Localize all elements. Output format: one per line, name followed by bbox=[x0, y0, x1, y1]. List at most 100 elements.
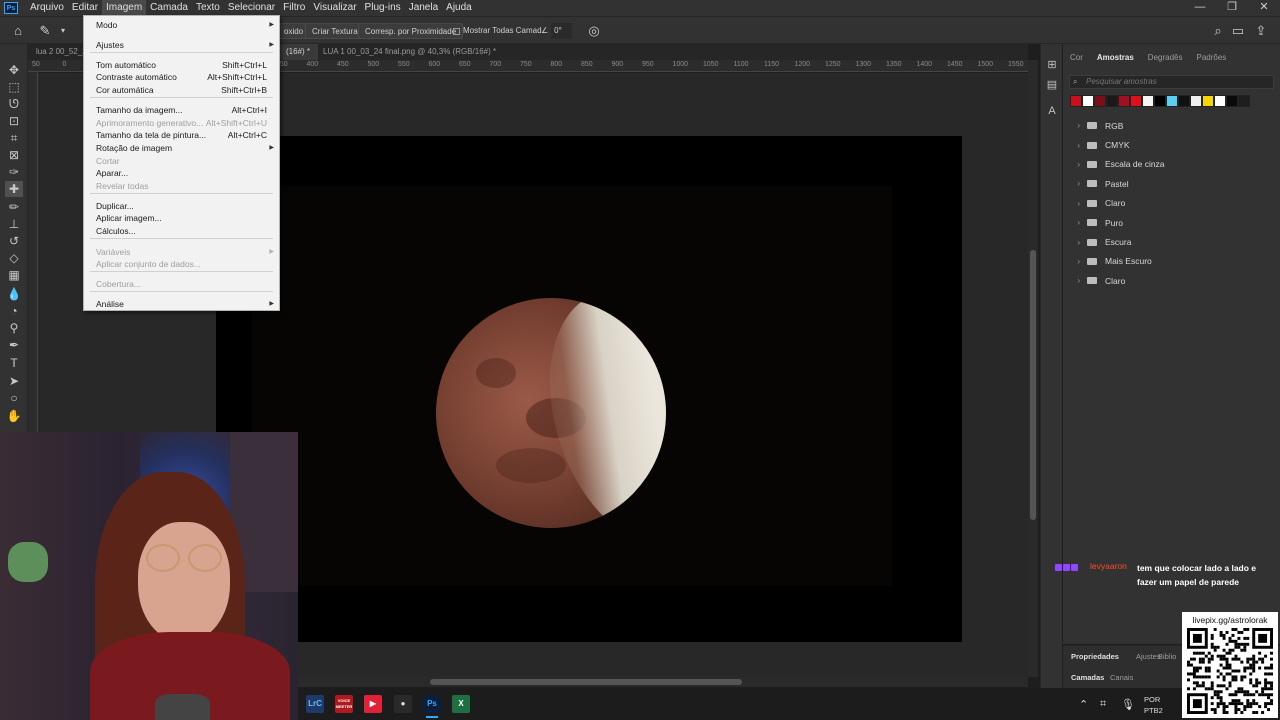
menu-item-aplicar-imagem[interactable]: Aplicar imagem... bbox=[84, 212, 279, 224]
voicemeeter-app-icon[interactable]: VOICE MEETER bbox=[335, 695, 353, 713]
chevron-right-icon[interactable]: › bbox=[1068, 199, 1080, 208]
menu-editar[interactable]: Editar bbox=[68, 0, 102, 16]
tab-padroes[interactable]: Padrões bbox=[1189, 50, 1233, 66]
color-swatch[interactable] bbox=[1106, 95, 1118, 107]
chevron-right-icon[interactable]: › bbox=[1068, 257, 1080, 266]
color-swatch[interactable] bbox=[1190, 95, 1202, 107]
workspace-icon[interactable]: ▭ bbox=[1229, 22, 1247, 40]
tab-bibliotecas[interactable]: Biblio bbox=[1158, 652, 1176, 661]
swatch-folder[interactable]: › RGB bbox=[1063, 116, 1273, 135]
tab-lua-1[interactable]: LUA 1 00_03_24 final.png @ 40,3% (RGB/16… bbox=[315, 44, 504, 60]
swatch-folder[interactable]: › CMYK bbox=[1063, 135, 1273, 154]
horizontal-scrollbar[interactable] bbox=[298, 677, 1028, 687]
chevron-down-icon[interactable]: ▾ bbox=[54, 22, 72, 40]
menu-item-ajustes[interactable]: Ajustes ▶ bbox=[84, 39, 279, 51]
color-swatch[interactable] bbox=[1082, 95, 1094, 107]
lrc-app-icon[interactable]: LrC bbox=[306, 695, 324, 713]
color-swatch[interactable] bbox=[1130, 95, 1142, 107]
tray-chevron-icon[interactable]: ⌃ bbox=[1079, 698, 1088, 711]
chevron-right-icon[interactable]: › bbox=[1068, 276, 1080, 285]
menu-item-calculos[interactable]: Cálculos... bbox=[84, 225, 279, 237]
path-select-tool-icon[interactable]: ➤ bbox=[5, 373, 23, 389]
home-icon[interactable]: ⌂ bbox=[9, 22, 27, 40]
swatch-folder[interactable]: › Escura bbox=[1063, 232, 1273, 251]
vertical-scrollbar[interactable] bbox=[1028, 60, 1038, 677]
criar-textura-button[interactable]: Criar Textura bbox=[305, 23, 365, 39]
excel-app-icon[interactable]: X bbox=[452, 695, 470, 713]
gradient-tool-icon[interactable]: ▦ bbox=[5, 267, 23, 283]
keyboard-layout[interactable]: PTB2 bbox=[1144, 706, 1163, 715]
menu-item-tamanho-tela[interactable]: Tamanho da tela de pintura... Alt+Ctrl+C bbox=[84, 129, 279, 141]
menu-item-analise[interactable]: Análise ▶ bbox=[84, 298, 279, 310]
healing-brush-icon[interactable]: ✎ bbox=[36, 22, 54, 40]
character-icon[interactable]: A bbox=[1045, 104, 1059, 118]
close-icon[interactable]: ✕ bbox=[1248, 0, 1280, 16]
blur-tool-icon[interactable]: 💧 bbox=[5, 286, 23, 302]
color-swatch[interactable] bbox=[1214, 95, 1226, 107]
color-swatch[interactable] bbox=[1094, 95, 1106, 107]
tab-degrades[interactable]: Degradês bbox=[1141, 50, 1190, 66]
menu-camada[interactable]: Camada bbox=[146, 0, 192, 16]
share-icon[interactable]: ⇪ bbox=[1252, 22, 1270, 40]
pen-tool-icon[interactable]: ✒ bbox=[5, 337, 23, 353]
hand-tool-icon[interactable]: ✋ bbox=[5, 408, 23, 424]
pressure-icon[interactable]: ◎ bbox=[585, 22, 603, 40]
brush-tool-icon[interactable]: ✏ bbox=[5, 199, 23, 215]
color-swatch[interactable] bbox=[1202, 95, 1214, 107]
chevron-right-icon[interactable]: › bbox=[1068, 218, 1080, 227]
color-swatch[interactable] bbox=[1178, 95, 1190, 107]
chevron-right-icon[interactable]: › bbox=[1068, 121, 1080, 130]
eyedropper-tool-icon[interactable]: ✑ bbox=[5, 164, 23, 180]
menu-item-modo[interactable]: Modo ▶ bbox=[84, 19, 279, 31]
photoshop-logo[interactable]: Ps bbox=[4, 2, 18, 14]
language-code[interactable]: POR bbox=[1144, 695, 1160, 704]
color-swatch[interactable] bbox=[1166, 95, 1178, 107]
comments-icon[interactable]: ▤ bbox=[1045, 78, 1059, 92]
swatch-folder[interactable]: › Escala de cinza bbox=[1063, 155, 1273, 174]
color-swatch[interactable] bbox=[1118, 95, 1130, 107]
document-canvas[interactable] bbox=[216, 136, 962, 642]
color-swatch[interactable] bbox=[1142, 95, 1154, 107]
scrollbar-thumb[interactable] bbox=[1030, 250, 1036, 520]
sponge-tool-icon[interactable]: ⚲ bbox=[5, 320, 23, 336]
frame-tool-icon[interactable]: ⊠ bbox=[5, 147, 23, 163]
tab-amostras[interactable]: Amostras bbox=[1090, 50, 1141, 66]
menu-item-rotacao-imagem[interactable]: Rotação de imagem ▶ bbox=[84, 142, 279, 154]
menu-item-cor-automatica[interactable]: Cor automática Shift+Ctrl+B bbox=[84, 84, 279, 96]
menu-plugins[interactable]: Plug-ins bbox=[361, 0, 405, 16]
swatch-folder[interactable]: › Pastel bbox=[1063, 174, 1273, 193]
photoshop-app-icon[interactable]: Ps bbox=[423, 695, 441, 713]
menu-arquivo[interactable]: Arquivo bbox=[26, 0, 68, 16]
swatch-folder[interactable]: › Claro bbox=[1063, 194, 1273, 213]
color-swatch[interactable] bbox=[1070, 95, 1082, 107]
dodge-tool-icon[interactable]: ◔ bbox=[5, 303, 23, 319]
type-tool-icon[interactable]: T bbox=[5, 355, 23, 371]
swatch-folder[interactable]: › Mais Escuro bbox=[1063, 252, 1273, 271]
tab-cor[interactable]: Cor bbox=[1063, 50, 1090, 66]
tab-camadas[interactable]: Camadas bbox=[1071, 673, 1104, 682]
chevron-right-icon[interactable]: › bbox=[1068, 141, 1080, 150]
menu-janela[interactable]: Janela bbox=[405, 0, 442, 16]
crop-tool-icon[interactable]: ⌗ bbox=[5, 130, 23, 146]
obs-app-icon[interactable]: ● bbox=[394, 695, 412, 713]
search-icon[interactable]: ⌕ bbox=[1209, 22, 1227, 40]
menu-item-aparar[interactable]: Aparar... bbox=[84, 167, 279, 179]
menu-selecionar[interactable]: Selecionar bbox=[224, 0, 279, 16]
menu-imagem[interactable]: Imagem bbox=[102, 0, 147, 16]
menu-ajuda[interactable]: Ajuda bbox=[442, 0, 476, 16]
scrollbar-thumb[interactable] bbox=[430, 679, 742, 685]
history-brush-tool-icon[interactable]: ↺ bbox=[5, 233, 23, 249]
menu-item-contraste-automatico[interactable]: Contraste automático Alt+Shift+Ctrl+L bbox=[84, 71, 279, 83]
stamp-tool-icon[interactable]: ⊥ bbox=[5, 216, 23, 232]
object-select-tool-icon[interactable]: ⊡ bbox=[5, 113, 23, 129]
menu-item-tom-automatico[interactable]: Tom automático Shift+Ctrl+L bbox=[84, 59, 279, 71]
color-swatch[interactable] bbox=[1154, 95, 1166, 107]
history-icon[interactable]: ⊞ bbox=[1045, 58, 1059, 72]
marquee-tool-icon[interactable]: ⬚ bbox=[5, 79, 23, 95]
tab-ajustes[interactable]: Ajustes bbox=[1136, 652, 1161, 661]
swatch-folder[interactable]: › Puro bbox=[1063, 213, 1273, 232]
color-swatch[interactable] bbox=[1226, 95, 1238, 107]
menu-visualizar[interactable]: Visualizar bbox=[309, 0, 360, 16]
network-icon[interactable]: ⌗ bbox=[1100, 698, 1106, 711]
restore-icon[interactable]: ❐ bbox=[1216, 0, 1248, 16]
